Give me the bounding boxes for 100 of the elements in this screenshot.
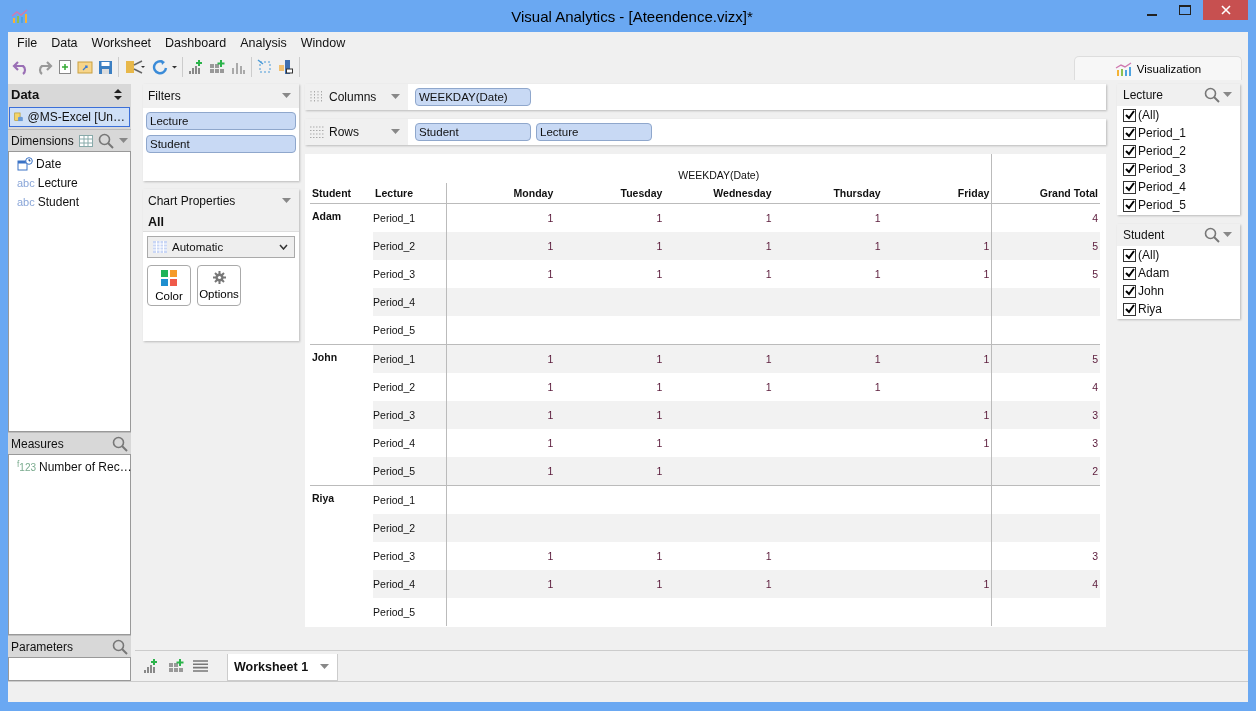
caret-icon[interactable] xyxy=(391,94,400,100)
dimension-item[interactable]: abc Lecture xyxy=(9,173,130,192)
data-source-item[interactable]: @MS-Excel [Un… xyxy=(9,107,130,127)
columns-icon xyxy=(310,91,324,103)
color-button[interactable]: Color xyxy=(147,265,191,306)
row-header-cell: Adam xyxy=(312,210,342,222)
field-pill[interactable]: WEEKDAY(Date) xyxy=(415,88,531,106)
visualization-tab[interactable]: Visualization xyxy=(1074,56,1242,80)
add-dashboard-icon[interactable] xyxy=(168,658,184,674)
presentation-icon[interactable] xyxy=(278,59,294,75)
total-cell: 3 xyxy=(1092,437,1098,449)
new-file-icon[interactable] xyxy=(58,59,72,75)
menu-item[interactable]: Worksheet xyxy=(84,36,159,50)
total-cell: 5 xyxy=(1092,240,1098,252)
checkbox[interactable] xyxy=(1123,162,1136,176)
checkbox[interactable] xyxy=(1123,248,1136,262)
chevron-down-icon xyxy=(279,244,288,250)
value-cell: 1 xyxy=(547,437,554,449)
column-header: Student xyxy=(310,183,374,204)
filter-pill[interactable]: Lecture xyxy=(146,112,296,130)
checkbox-label: (All) xyxy=(1138,248,1160,262)
value-cell: 1 xyxy=(874,240,881,252)
checkbox-label: Period_4 xyxy=(1138,180,1187,194)
menu-item[interactable]: Data xyxy=(44,36,85,50)
search-icon[interactable] xyxy=(112,638,128,655)
total-cell: 5 xyxy=(1092,268,1098,280)
value-cell: 1 xyxy=(765,578,772,590)
search-icon[interactable] xyxy=(1204,227,1220,243)
checkbox-label: Adam xyxy=(1138,266,1170,280)
add-chart-icon[interactable] xyxy=(188,59,204,75)
caret-icon[interactable] xyxy=(1223,232,1232,238)
maximize-icon xyxy=(1178,5,1191,15)
field-pill[interactable]: Lecture xyxy=(536,123,652,141)
select-region-icon[interactable] xyxy=(257,59,273,75)
row-header-cell: Period_2 xyxy=(373,240,416,252)
field-pill[interactable]: Student xyxy=(415,123,531,141)
dimension-item[interactable]: abc Student xyxy=(9,192,130,211)
value-cell: 1 xyxy=(656,240,663,252)
filter-pill[interactable]: Student xyxy=(146,135,296,153)
list-icon[interactable] xyxy=(193,660,208,672)
row-header-cell: Period_5 xyxy=(373,324,416,336)
search-icon[interactable] xyxy=(112,435,128,452)
sort-arrows-icon[interactable] xyxy=(114,89,122,100)
checkbox[interactable] xyxy=(1123,126,1136,140)
value-cell: 1 xyxy=(656,409,663,421)
card-title: Lecture xyxy=(1123,88,1164,102)
caret-icon[interactable] xyxy=(119,137,128,144)
value-cell: 1 xyxy=(656,550,663,562)
row-header-cell: Period_3 xyxy=(373,550,416,562)
value-cell: 1 xyxy=(656,353,663,365)
checkbox[interactable] xyxy=(1123,302,1136,316)
row-header-cell: Period_1 xyxy=(373,353,416,365)
caret-icon[interactable] xyxy=(391,129,400,135)
minimize-icon xyxy=(1146,14,1157,16)
checkbox[interactable] xyxy=(1123,144,1136,158)
column-header: Wednesday xyxy=(664,183,774,204)
value-cell: 1 xyxy=(547,240,554,252)
value-cell: 1 xyxy=(983,437,990,449)
color-squares-icon xyxy=(161,269,177,286)
mark-type-dropdown[interactable]: Automatic xyxy=(147,236,295,258)
add-chart-icon[interactable] xyxy=(143,658,159,674)
row-header-cell: Period_4 xyxy=(373,437,416,449)
row-header-cell: Period_3 xyxy=(373,268,416,280)
refresh-icon[interactable] xyxy=(151,59,177,75)
caret-icon[interactable] xyxy=(282,93,291,99)
section-title: Parameters xyxy=(11,639,74,654)
value-cell: 1 xyxy=(983,268,990,280)
checkbox-label: Period_5 xyxy=(1138,198,1187,212)
value-cell: 1 xyxy=(874,268,881,280)
row-header-cell: Period_5 xyxy=(373,465,416,477)
menu-item[interactable]: Analysis xyxy=(233,36,294,50)
total-cell: 5 xyxy=(1092,353,1098,365)
measure-item[interactable]: $^{f}$123 Number of Rec… xyxy=(9,457,130,476)
grid-icon xyxy=(153,241,167,253)
search-icon[interactable] xyxy=(98,132,114,149)
caret-icon[interactable] xyxy=(1223,92,1232,98)
checkbox[interactable] xyxy=(1123,284,1136,298)
checkbox[interactable] xyxy=(1123,266,1136,280)
value-cell: 1 xyxy=(874,381,881,393)
menu-item[interactable]: Dashboard xyxy=(158,36,234,50)
value-cell: 1 xyxy=(983,409,990,421)
menu-item[interactable]: Window xyxy=(293,36,353,50)
row-header-cell: Period_2 xyxy=(373,522,416,534)
row-header-cell: Riya xyxy=(312,492,335,504)
table-icon[interactable] xyxy=(79,134,93,147)
checkbox[interactable] xyxy=(1123,180,1136,194)
checkbox[interactable] xyxy=(1123,108,1136,122)
worksheet-tab[interactable]: Worksheet 1 xyxy=(227,654,339,681)
dimension-item[interactable]: Date xyxy=(9,154,130,173)
menu-item[interactable]: File xyxy=(10,36,45,50)
total-cell: 3 xyxy=(1092,409,1098,421)
value-cell: 1 xyxy=(656,212,663,224)
caret-icon[interactable] xyxy=(282,198,291,204)
save-icon[interactable] xyxy=(98,59,113,75)
options-button[interactable]: Options xyxy=(197,265,241,306)
checkbox[interactable] xyxy=(1123,198,1136,212)
row-header-cell: Period_5 xyxy=(373,606,416,618)
search-icon[interactable] xyxy=(1204,87,1220,103)
open-folder-icon[interactable] xyxy=(77,60,93,74)
add-dashboard-icon[interactable] xyxy=(209,59,225,75)
